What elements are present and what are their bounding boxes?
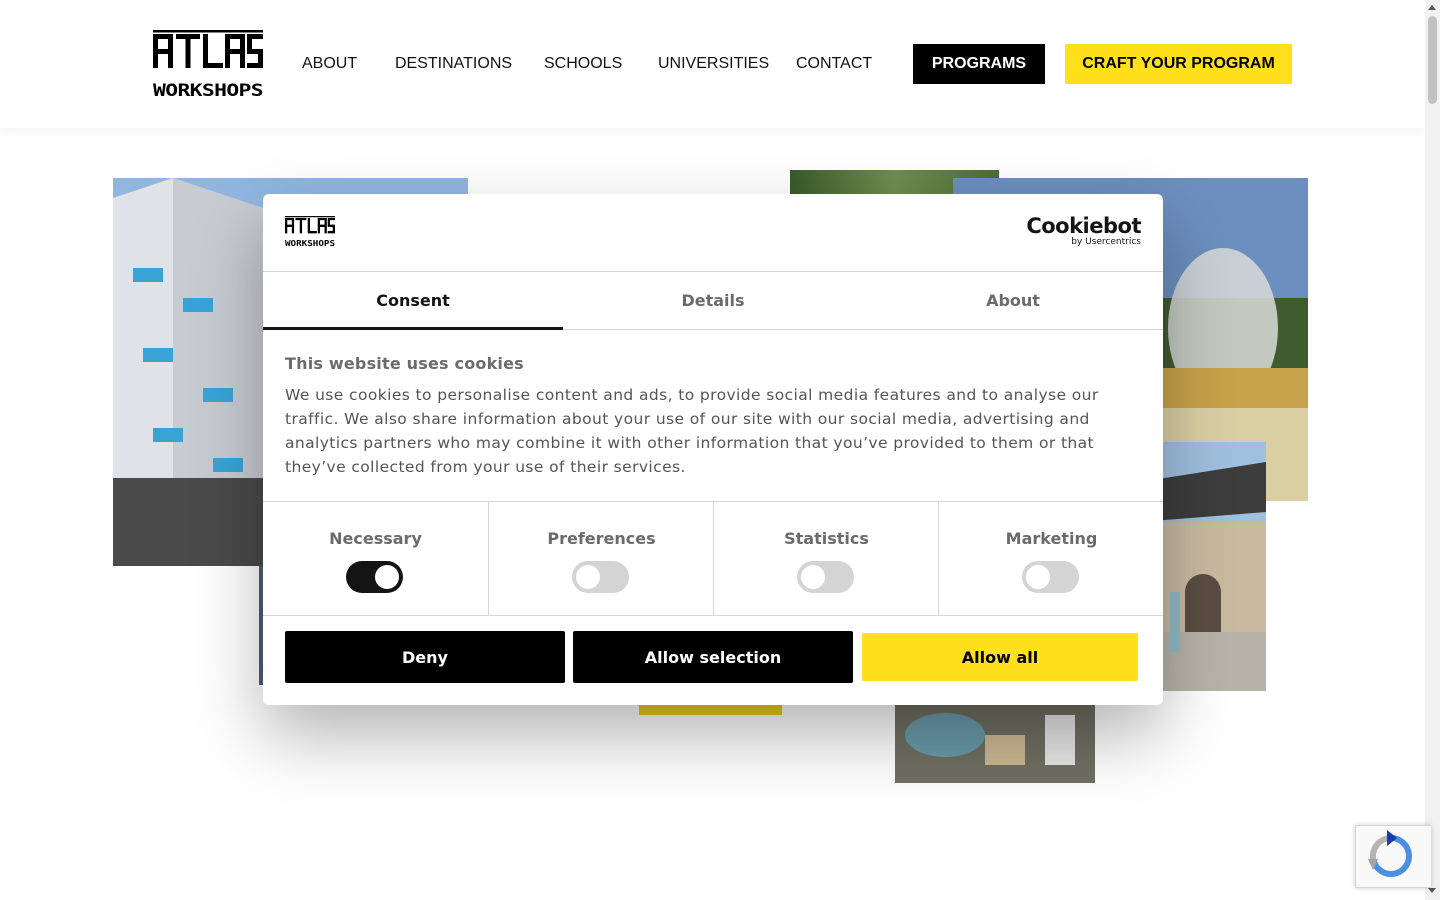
tab-about-label: About <box>986 291 1040 310</box>
preferences-toggle[interactable] <box>572 561 629 593</box>
craft-your-program-button[interactable]: CRAFT YOUR PROGRAM <box>1065 44 1292 84</box>
workshop-photo <box>895 705 1095 783</box>
toggle-group-statistics: Statistics <box>713 502 939 615</box>
cookie-consent-dialog: WORKSHOPS Cookiebot by Usercentrics Cons… <box>263 194 1163 705</box>
svg-text:WORKSHOPS: WORKSHOPS <box>285 239 335 247</box>
atlas-workshops-logo[interactable]: WORKSHOPS <box>153 30 263 98</box>
toggle-group-marketing: Marketing <box>938 502 1164 615</box>
nav-schools[interactable]: SCHOOLS <box>544 44 622 84</box>
tab-about[interactable]: About <box>863 272 1163 329</box>
scroll-up-arrow-icon[interactable] <box>1428 5 1436 10</box>
tab-details-label: Details <box>681 291 745 310</box>
toggle-knob <box>1026 565 1050 589</box>
page-scrollbar[interactable] <box>1425 0 1440 900</box>
nav-contact[interactable]: CONTACT <box>796 44 872 84</box>
programs-button[interactable]: PROGRAMS <box>913 44 1045 84</box>
toggle-label-statistics: Statistics <box>784 529 869 548</box>
tab-consent[interactable]: Consent <box>263 272 563 330</box>
active-tab-indicator <box>263 327 563 330</box>
cookiebot-brand-sub: by Usercentrics <box>1071 237 1141 247</box>
necessary-toggle[interactable] <box>346 561 403 593</box>
toggle-knob <box>576 565 600 589</box>
svg-text:WORKSHOPS: WORKSHOPS <box>153 81 263 98</box>
tab-details[interactable]: Details <box>563 272 863 329</box>
recaptcha-badge[interactable] <box>1355 825 1431 888</box>
allow-selection-button[interactable]: Allow selection <box>573 631 853 683</box>
cookie-category-toggles: Necessary Preferences Statistics Marketi… <box>263 501 1163 616</box>
cookiebot-brand: Cookiebot <box>1026 214 1141 238</box>
scroll-down-arrow-icon[interactable] <box>1428 888 1436 893</box>
toggle-knob <box>375 565 399 589</box>
yellow-cta-strip <box>639 705 782 715</box>
scrollbar-thumb[interactable] <box>1428 16 1437 104</box>
toggle-knob <box>801 565 825 589</box>
toggle-label-necessary: Necessary <box>329 529 422 548</box>
toggle-group-preferences: Preferences <box>488 502 714 615</box>
toggle-label-preferences: Preferences <box>547 529 656 548</box>
allow-all-button[interactable]: Allow all <box>862 633 1138 681</box>
cookie-dialog-text: We use cookies to personalise content an… <box>285 386 1099 476</box>
toggle-group-necessary: Necessary <box>263 502 488 615</box>
nav-about[interactable]: ABOUT <box>302 44 357 84</box>
site-header: WORKSHOPS ABOUT DESTINATIONS SCHOOLS UNI… <box>0 0 1425 128</box>
deny-button[interactable]: Deny <box>285 631 565 683</box>
atlas-workshops-logo-small: WORKSHOPS <box>285 216 335 247</box>
statistics-toggle[interactable] <box>797 561 854 593</box>
tab-consent-label: Consent <box>376 291 450 310</box>
consent-tabs: Consent Details About <box>263 271 1163 330</box>
marketing-toggle[interactable] <box>1022 561 1079 593</box>
nav-universities[interactable]: UNIVERSITIES <box>658 44 769 84</box>
toggle-label-marketing: Marketing <box>1005 529 1098 548</box>
nav-destinations[interactable]: DESTINATIONS <box>395 44 512 84</box>
cookie-dialog-title: This website uses cookies <box>285 354 524 373</box>
cookiebot-logo[interactable]: Cookiebot by Usercentrics <box>1026 214 1141 248</box>
recaptcha-icon <box>1368 830 1412 877</box>
